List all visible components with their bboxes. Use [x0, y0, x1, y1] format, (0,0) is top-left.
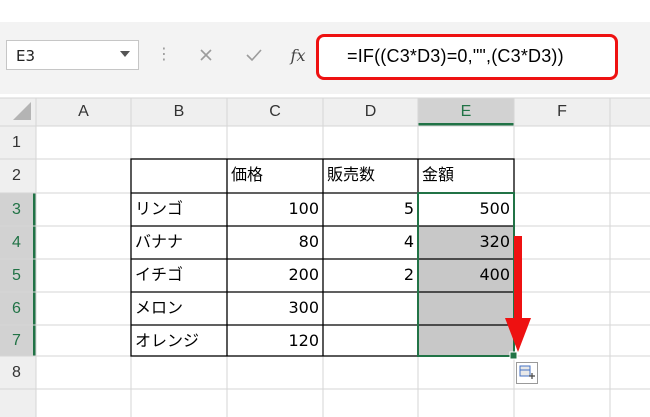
cell-b4[interactable]: バナナ	[131, 226, 227, 259]
cell-c2[interactable]: 価格	[227, 159, 323, 193]
cell-e7[interactable]	[418, 325, 514, 356]
cell-e2[interactable]: 金額	[418, 159, 514, 193]
column-header-c[interactable]: C	[227, 98, 323, 126]
cell-b6[interactable]: メロン	[131, 292, 227, 325]
cell-d2[interactable]: 販売数	[323, 159, 418, 193]
column-header-d[interactable]: D	[323, 98, 418, 126]
row-header-6[interactable]: 6	[0, 292, 33, 325]
cell-c6[interactable]: 300	[227, 292, 323, 325]
row-header-2[interactable]: 2	[0, 159, 33, 193]
cell-c4[interactable]: 80	[227, 226, 323, 259]
column-header-b[interactable]: B	[131, 98, 227, 126]
row-header-4[interactable]: 4	[0, 226, 33, 259]
cell-e3[interactable]: 500	[418, 193, 514, 226]
row-header-7[interactable]: 7	[0, 325, 33, 356]
cell-e4[interactable]: 320	[418, 226, 514, 259]
column-header-f[interactable]: F	[514, 98, 610, 126]
cell-c7[interactable]: 120	[227, 325, 323, 356]
column-header-e[interactable]: E	[418, 98, 514, 126]
paste-options-icon	[519, 365, 535, 379]
cell-d6[interactable]	[323, 292, 418, 325]
column-header-a[interactable]: A	[36, 98, 131, 126]
cell-c5[interactable]: 200	[227, 259, 323, 292]
cell-e6[interactable]	[418, 292, 514, 325]
row-header-5[interactable]: 5	[0, 259, 33, 292]
cell-b3[interactable]: リンゴ	[131, 193, 227, 226]
cell-b5[interactable]: イチゴ	[131, 259, 227, 292]
cell-d7[interactable]	[323, 325, 418, 356]
row-header-8[interactable]: 8	[0, 356, 33, 389]
cell-c3[interactable]: 100	[227, 193, 323, 226]
row-header-3[interactable]: 3	[0, 193, 33, 226]
row-header-1[interactable]: 1	[0, 126, 33, 159]
paste-options-button[interactable]	[516, 362, 538, 384]
cell-d4[interactable]: 4	[323, 226, 418, 259]
cell-b7[interactable]: オレンジ	[131, 325, 227, 356]
cell-d5[interactable]: 2	[323, 259, 418, 292]
cell-d3[interactable]: 5	[323, 193, 418, 226]
cell-e5[interactable]: 400	[418, 259, 514, 292]
